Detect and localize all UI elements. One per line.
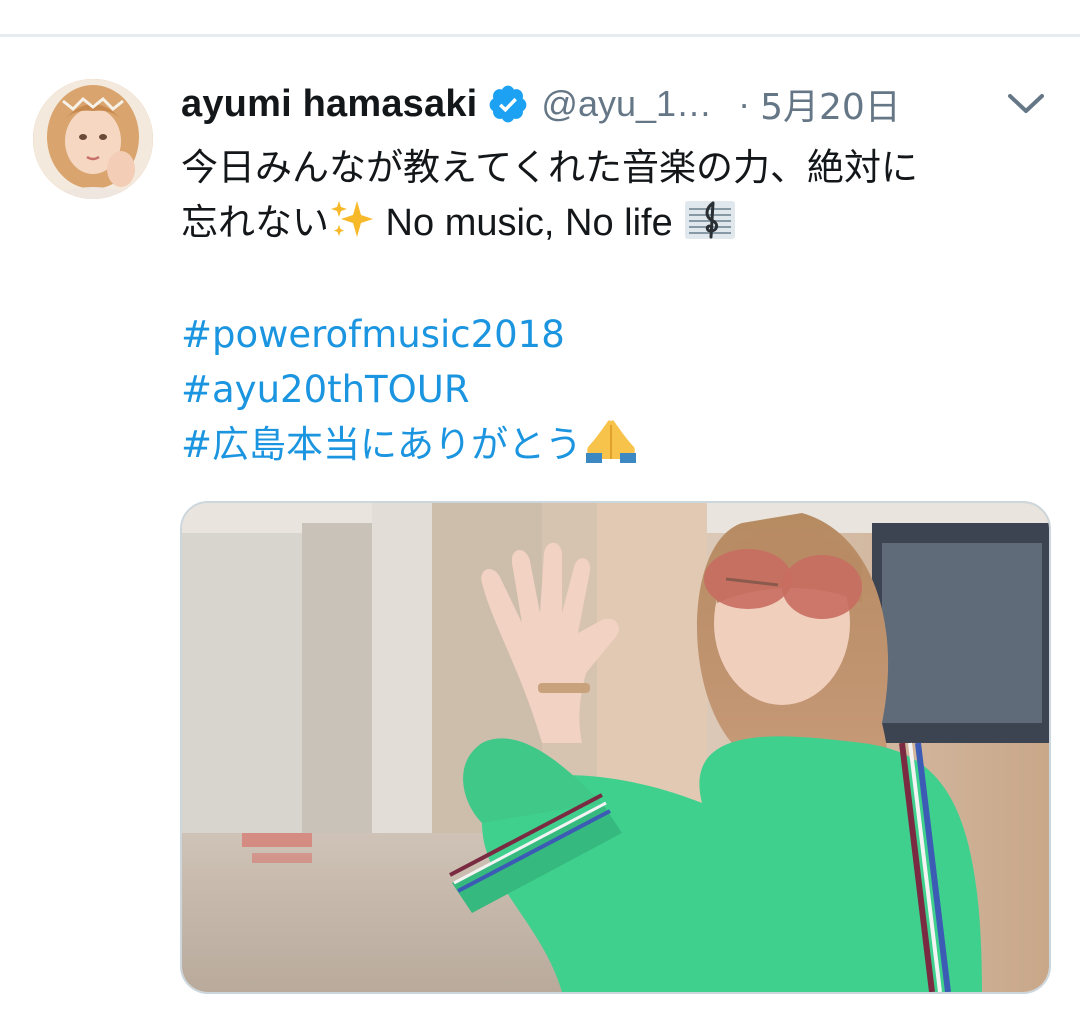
tweet-text-line-2-en: No music, No life [375,202,684,244]
tweet-text-line-2-jp: 忘れない [181,201,329,244]
tweet-date[interactable]: 5月20日 [760,78,901,130]
tweet-text-line-2: 忘れない No music, No life [181,195,1051,256]
folded-hands-emoji [582,417,640,478]
verified-badge-icon [487,83,529,125]
chevron-down-icon[interactable] [1004,86,1048,122]
tweet-text: 今日みんなが教えてくれた音楽の力、絶対に 忘れない No music, No l… [181,140,1051,478]
separator-dot: · [738,83,751,124]
hashtag-link[interactable]: #ayu20thTOUR [181,362,1051,417]
tweet-page: ayumi hamasaki @ayu_1… · 5月20日 今日みんなが教えて… [0,0,1080,1010]
tweet-text-line-1: 今日みんなが教えてくれた音楽の力、絶対に [181,146,919,189]
hashtag-link[interactable]: #powerofmusic2018 [181,307,1051,362]
musical-score-emoji [683,197,737,256]
avatar[interactable] [33,79,153,199]
sparkles-emoji [329,197,375,256]
top-divider [0,34,1080,37]
tweet-header: ayumi hamasaki @ayu_1… · 5月20日 [181,78,1041,130]
author-handle[interactable]: @ayu_1… [541,83,712,125]
author-name[interactable]: ayumi hamasaki [181,83,477,126]
hashtag-link[interactable]: #広島本当にありがとう [181,423,582,466]
tweet-photo[interactable] [180,501,1051,994]
hashtag-line-3: #広島本当にありがとう [181,417,1051,478]
